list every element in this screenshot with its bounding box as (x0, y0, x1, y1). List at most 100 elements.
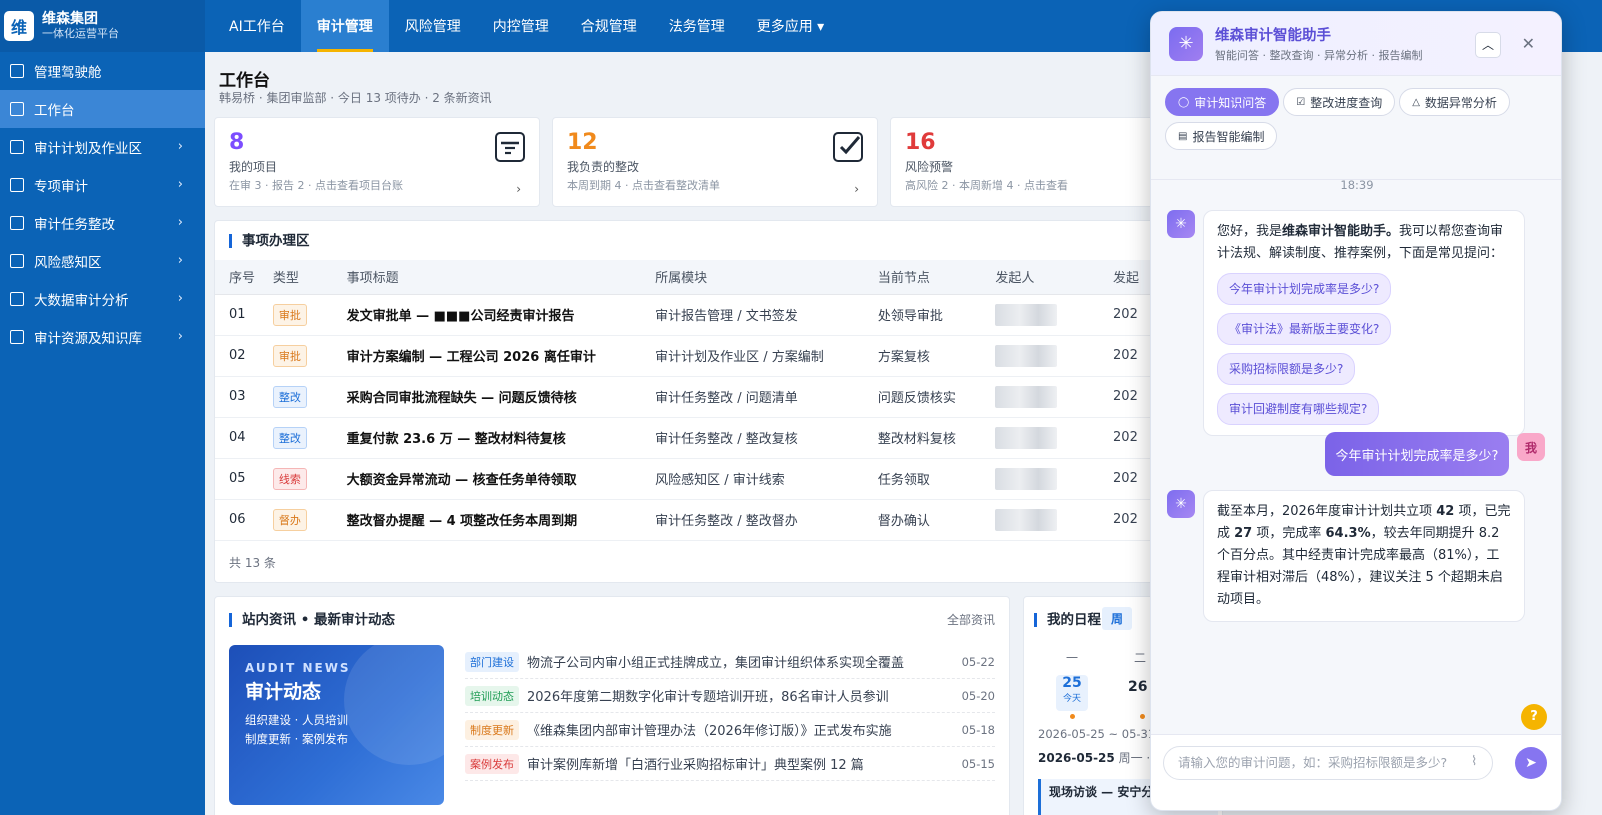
weekday: 二 (1134, 651, 1147, 665)
brand-logo: 维 (4, 11, 34, 41)
row-type: 审批 (272, 335, 347, 377)
stat-card-rectification[interactable]: 12 我负责的整改 本周到期 4 · 点击查看整改清单 › (552, 117, 878, 207)
brand[interactable]: 维 维森集团 一体化运营平台 (0, 0, 205, 52)
sidebar-item[interactable]: 审计资源及知识库 › (0, 318, 205, 356)
suggestion-row: 采购招标限额是多少? (1217, 345, 1511, 385)
nav-item[interactable]: 合规管理 (565, 0, 653, 52)
chip-3[interactable]: △ 数据异常分析 (1399, 88, 1510, 116)
day-number[interactable]: 26 (1128, 679, 1147, 695)
sidebar-item[interactable]: 审计计划及作业区 › (0, 128, 205, 166)
nav-item[interactable]: 审计管理 (300, 0, 389, 52)
row-title[interactable]: 审计方案编制 — 工程公司 2026 离任审计 (346, 335, 656, 377)
row-number: 06 (215, 499, 273, 541)
nav-item[interactable]: 法务管理 (653, 0, 741, 52)
tab-week[interactable]: 周 (1102, 607, 1133, 630)
row-title[interactable]: 发文审批单 — ■■■公司经责审计报告 (346, 294, 656, 336)
table-row[interactable]: 04 整改 重复付款 23.6 万 — 整改材料待复核 审计任务整改 / 整改复核 整改… (215, 417, 1153, 459)
redacted-name (995, 303, 1058, 326)
chip-2[interactable]: ☑ 整改进度查询 (1283, 88, 1396, 116)
suggestion-chip[interactable]: 今年审计计划完成率是多少? (1217, 273, 1392, 305)
today-label: 今天 (1062, 694, 1081, 704)
row-title[interactable]: 整改督办提醒 — 4 项整改任务本周到期 (346, 499, 656, 541)
row-type: 线索 (272, 458, 347, 500)
news-item[interactable]: 部门建设 物流子公司内审小组正式挂牌成立，集团审计组织体系实现全覆盖 05-22 (465, 645, 995, 679)
task-panel: 事项办理区 序号 类型 事项标题 所属模块 当前节点 发起人 发起 01 审批 发文审批单 — … (214, 220, 1154, 583)
type-tag: 审批 (272, 303, 307, 326)
bot-avatar-icon: ✳ (1167, 210, 1195, 238)
news-item[interactable]: 案例发布 审计案例库新增「白酒行业采购招标审计」典型案例 12 篇 05-15 (465, 747, 995, 781)
audit-news-banner[interactable]: AUDIT NEWS 审计动态 组织建设 · 人员培训 制度更新 · 案例发布 (229, 645, 444, 805)
stat-label: 我负责的整改 (567, 160, 640, 174)
column-header: 当前节点 (877, 260, 996, 295)
nav-item[interactable]: 风险管理 (389, 0, 477, 52)
suggestion-chip[interactable]: 采购招标限额是多少? (1217, 353, 1356, 385)
week-range: 2026-05-25 ~ 05-31 (1038, 727, 1156, 741)
warning-icon: △ (1412, 96, 1420, 108)
panel-title: 我的日程 (1034, 613, 1101, 627)
row-title[interactable]: 重复付款 23.6 万 — 整改材料待复核 (346, 417, 656, 459)
sidebar-item[interactable]: 管理驾驶舱 (0, 52, 205, 90)
sidebar-item[interactable]: 风险感知区 › (0, 242, 205, 280)
row-title[interactable]: 大额资金异常流动 — 核查任务单待领取 (346, 458, 656, 500)
nav-item[interactable]: AI工作台 (213, 0, 301, 52)
attach-icon[interactable]: ⌇ (1471, 754, 1477, 769)
sidebar-item[interactable]: 专项审计 › (0, 166, 205, 204)
redacted-name (995, 508, 1058, 531)
stat-value: 8 (229, 130, 245, 155)
answer-text: 项，完成率 (1252, 526, 1326, 541)
help-button[interactable]: ? (1521, 704, 1547, 730)
chip-4[interactable]: ▤ 报告智能编制 (1165, 122, 1278, 150)
ai-assistant-panel: ✳ 维森审计智能助手 智能问答 · 整改查询 · 异常分析 · 报告编制 ︿ ✕… (1150, 11, 1562, 811)
page-subtitle: 韩易桥 · 集团审监部 · 今日 13 项待办 · 2 条新资讯 (219, 91, 492, 105)
type-tag: 整改 (272, 385, 307, 408)
dashboard-icon (10, 64, 24, 78)
collapse-icon[interactable]: ︿ (1475, 32, 1501, 58)
day-today[interactable]: 25 今天 (1056, 675, 1088, 711)
suggestion-row: 审计回避制度有哪些规定? (1217, 385, 1511, 425)
brand-name: 维森集团 (42, 11, 98, 27)
column-header: 发起 (1113, 260, 1153, 295)
star-icon (10, 178, 24, 192)
date-text: 2026-05-25 (1038, 751, 1115, 765)
book-icon (10, 330, 24, 344)
sidebar: 管理驾驶舱 工作台 审计计划及作业区 › 专项审计 › 审计任务整改 › 风险感知区 › 大数据审计… (0, 52, 205, 815)
sidebar-item[interactable]: 工作台 (0, 90, 205, 128)
sidebar-item-label: 专项审计 (34, 179, 88, 195)
news-item[interactable]: 制度更新 《维森集团内部审计管理办法（2026年修订版）》正式发布实施 05-18 (465, 713, 995, 747)
sidebar-item[interactable]: 审计任务整改 › (0, 204, 205, 242)
stat-card-risk[interactable]: 16 风险预警 高风险 2 · 本周新增 4 · 点击查看 (890, 117, 1160, 207)
chip-1[interactable]: ◯ 审计知识问答 (1165, 88, 1280, 116)
news-tag: 培训动态 (465, 685, 519, 706)
stat-desc: 本周到期 4 · 点击查看整改清单 (567, 179, 720, 192)
table-row[interactable]: 02 审批 审计方案编制 — 工程公司 2026 离任审计 审计计划及作业区 / 方案… (215, 335, 1153, 377)
table-row[interactable]: 03 整改 采购合同审批流程缺失 — 问题反馈待核 审计任务整改 / 问题清单 问题反馈… (215, 376, 1153, 418)
send-button[interactable]: ➤ (1515, 747, 1547, 779)
suggestion-chip[interactable]: 审计回避制度有哪些规定? (1217, 393, 1380, 425)
suggestion-chip[interactable]: 《审计法》最新版主要变化? (1217, 313, 1392, 345)
chevron-right-icon: › (854, 182, 859, 196)
news-tag: 制度更新 (465, 719, 519, 740)
row-type: 审批 (272, 294, 347, 336)
row-module: 审计计划及作业区 / 方案编制 (655, 335, 878, 377)
nav-item[interactable]: 更多应用 ▾ (741, 0, 840, 52)
news-item[interactable]: 培训动态 2026年度第二期数字化审计专题培训开班，86名审计人员参训 05-20 (465, 679, 995, 713)
column-header: 类型 (272, 260, 347, 295)
answer-number: 64.3% (1325, 526, 1371, 541)
all-news-link[interactable]: 全部资讯 (947, 611, 995, 628)
user-message-bubble: 今年审计计划完成率是多少? (1325, 432, 1509, 476)
close-icon[interactable]: ✕ (1522, 34, 1535, 53)
sidebar-item[interactable]: 大数据审计分析 › (0, 280, 205, 318)
table-row[interactable]: 06 督办 整改督办提醒 — 4 项整改任务本周到期 审计任务整改 / 整改督办 督办确… (215, 499, 1153, 541)
chat-input[interactable]: 请输入您的审计问题，如：采购招标限额是多少? (1163, 746, 1493, 780)
stat-label: 我的项目 (229, 160, 278, 174)
row-title[interactable]: 采购合同审批流程缺失 — 问题反馈待核 (346, 376, 656, 418)
event-dot (1070, 714, 1075, 719)
stat-card-projects[interactable]: 8 我的项目 在审 3 · 报告 2 · 点击查看项目台账 › (214, 117, 540, 207)
news-date: 05-22 (961, 654, 995, 669)
row-number: 01 (215, 294, 273, 336)
chip-label: 报告智能编制 (1192, 129, 1265, 144)
table-row[interactable]: 01 审批 发文审批单 — ■■■公司经责审计报告 审计报告管理 / 文书签发 处领导审… (215, 294, 1153, 336)
nav-item[interactable]: 内控管理 (477, 0, 565, 52)
table-row[interactable]: 05 线索 大额资金异常流动 — 核查任务单待领取 风险感知区 / 审计线索 任务领取 2… (215, 458, 1153, 500)
bot-avatar-icon: ✳ (1167, 490, 1195, 518)
